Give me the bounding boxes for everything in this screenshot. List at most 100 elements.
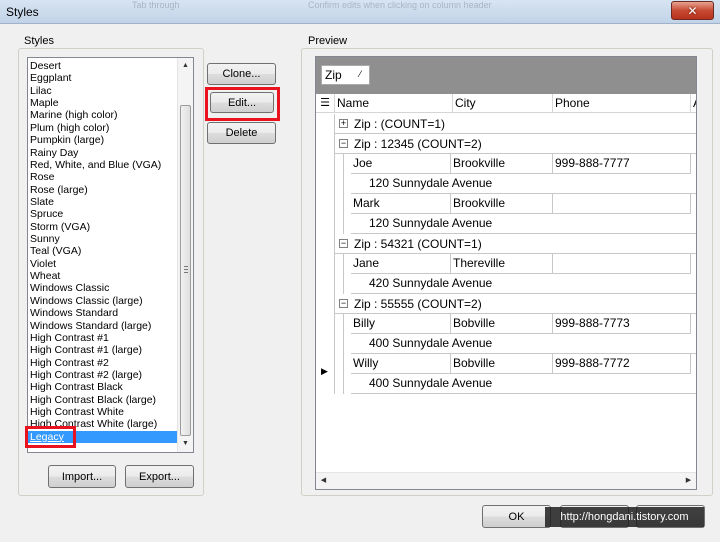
cell-city[interactable]: Brookville (451, 194, 553, 214)
style-list-item[interactable]: Plum (high color) (28, 122, 178, 134)
style-list-item[interactable]: Marine (high color) (28, 109, 178, 121)
indent-line (343, 254, 344, 294)
style-list-item[interactable]: Pumpkin (large) (28, 134, 178, 146)
indent-line (343, 354, 344, 394)
style-list-item[interactable]: Windows Standard (large) (28, 320, 178, 332)
cell-city[interactable]: Brookville (451, 154, 553, 174)
row-selector[interactable] (316, 134, 335, 154)
collapse-icon[interactable]: − (339, 139, 348, 148)
row-selector[interactable] (316, 294, 335, 314)
cell-phone[interactable] (553, 254, 691, 274)
cell-name[interactable]: Willy (351, 354, 451, 374)
cell-address[interactable]: 120 Sunnydale Avenue (351, 214, 696, 234)
group-by-chip-label: Zip (325, 68, 342, 82)
cell-phone[interactable]: 999-888-7772 (553, 354, 691, 374)
cell-name[interactable]: Billy (351, 314, 451, 334)
column-header-name[interactable]: Name (335, 94, 453, 113)
cell-name[interactable]: Mark (351, 194, 451, 214)
style-list-item[interactable]: Rose (28, 171, 178, 183)
style-list-item[interactable]: Lilac (28, 85, 178, 97)
cell-address[interactable]: 400 Sunnydale Avenue (351, 334, 696, 354)
style-list-item[interactable]: Windows Classic (28, 282, 178, 294)
style-list-item[interactable]: Maple (28, 97, 178, 109)
collapse-icon[interactable]: − (339, 299, 348, 308)
import-button[interactable]: Import... (48, 465, 116, 488)
preview-group-label: Preview (306, 35, 350, 47)
row-selector[interactable] (316, 194, 335, 234)
style-list-item[interactable]: Red, White, and Blue (VGA) (28, 159, 178, 171)
style-list-item[interactable]: High Contrast #1 (large) (28, 344, 178, 356)
scroll-right-icon[interactable]: ▶ (681, 473, 696, 489)
indent-line (343, 154, 344, 194)
style-list-item[interactable]: High Contrast #1 (28, 332, 178, 344)
row-selector[interactable] (316, 114, 335, 134)
row-selector[interactable] (316, 234, 335, 254)
style-list-item[interactable]: Desert (28, 60, 178, 72)
styles-vertical-scrollbar[interactable]: ▲ ▼ (177, 58, 193, 452)
styles-list-items: Desert Eggplant Lilac Maple Marine (high col… (28, 60, 178, 444)
style-list-item[interactable]: Windows Classic (large) (28, 295, 178, 307)
cell-phone[interactable] (553, 194, 691, 214)
grid-header: ☰ Name City Phone A (316, 94, 696, 113)
row-selector-icon: ☰ (316, 94, 335, 113)
style-list-item[interactable]: Rainy Day (28, 147, 178, 159)
watermark: http://hongdani.tistory.com (545, 507, 704, 527)
cell-phone[interactable]: 999-888-7777 (553, 154, 691, 174)
cell-address[interactable]: 120 Sunnydale Avenue (351, 174, 696, 194)
scrollbar-thumb[interactable] (180, 105, 191, 436)
styles-listbox[interactable]: Desert Eggplant Lilac Maple Marine (high col… (27, 57, 194, 453)
close-button[interactable]: ✕ (671, 1, 714, 20)
ghost-option-right: Confirm edits when clicking on column he… (308, 0, 492, 10)
expand-icon[interactable]: + (339, 119, 348, 128)
collapse-icon[interactable]: − (339, 239, 348, 248)
style-list-item[interactable]: High Contrast White (28, 406, 178, 418)
column-header-address[interactable]: A (691, 94, 696, 113)
style-list-item[interactable]: Windows Standard (28, 307, 178, 319)
scroll-left-icon[interactable]: ◀ (316, 473, 331, 489)
cell-phone[interactable]: 999-888-7773 (553, 314, 691, 334)
style-list-item[interactable]: Teal (VGA) (28, 245, 178, 257)
sort-icon: ⁄ (359, 69, 361, 79)
export-button[interactable]: Export... (125, 465, 194, 488)
style-list-item[interactable]: High Contrast #2 (28, 357, 178, 369)
style-list-item[interactable]: Wheat (28, 270, 178, 282)
column-header-phone[interactable]: Phone (553, 94, 691, 113)
cell-city[interactable]: Bobville (451, 314, 553, 334)
clone-button[interactable]: Clone... (207, 63, 276, 85)
style-list-item[interactable]: Sunny (28, 233, 178, 245)
style-list-item[interactable]: Eggplant (28, 72, 178, 84)
preview-grid[interactable]: Zip ⁄ ☰ Name City Phone A + Zip : (COUNT=… (315, 56, 697, 490)
thumb-grip (184, 266, 188, 267)
style-list-item[interactable]: Slate (28, 196, 178, 208)
group-by-area: Zip ⁄ (316, 57, 696, 94)
current-row-icon: ▶ (321, 366, 328, 376)
column-header-city[interactable]: City (453, 94, 553, 113)
cell-city[interactable]: Bobville (451, 354, 553, 374)
row-selector[interactable] (316, 314, 335, 354)
style-list-item[interactable]: Spruce (28, 208, 178, 220)
cell-city[interactable]: Thereville (451, 254, 553, 274)
style-list-item[interactable]: Storm (VGA) (28, 221, 178, 233)
style-list-item[interactable]: High Contrast Black (28, 381, 178, 393)
cell-address[interactable]: 420 Sunnydale Avenue (351, 274, 696, 294)
delete-button[interactable]: Delete (207, 122, 276, 144)
style-list-item[interactable]: Violet (28, 258, 178, 270)
row-selector[interactable] (316, 254, 335, 294)
style-list-item[interactable]: High Contrast #2 (large) (28, 369, 178, 381)
cell-name[interactable]: Joe (351, 154, 451, 174)
style-list-item[interactable]: High Contrast Black (large) (28, 394, 178, 406)
scroll-up-icon[interactable]: ▲ (178, 58, 193, 74)
cell-name[interactable]: Jane (351, 254, 451, 274)
style-list-item[interactable]: Rose (large) (28, 184, 178, 196)
preview-horizontal-scrollbar[interactable]: ◀ ▶ (316, 472, 696, 489)
group-row-label: Zip : 54321 (COUNT=1) (354, 237, 482, 251)
cell-address[interactable]: 400 Sunnydale Avenue (351, 374, 696, 394)
group-by-chip-zip[interactable]: Zip ⁄ (321, 65, 370, 85)
window-title: Styles (6, 5, 39, 19)
scroll-down-icon[interactable]: ▼ (178, 436, 193, 452)
indent-line (343, 314, 344, 354)
ok-button[interactable]: OK (482, 505, 551, 528)
row-selector[interactable] (316, 154, 335, 194)
indent-line (343, 194, 344, 234)
group-row-label: Zip : 55555 (COUNT=2) (354, 297, 482, 311)
